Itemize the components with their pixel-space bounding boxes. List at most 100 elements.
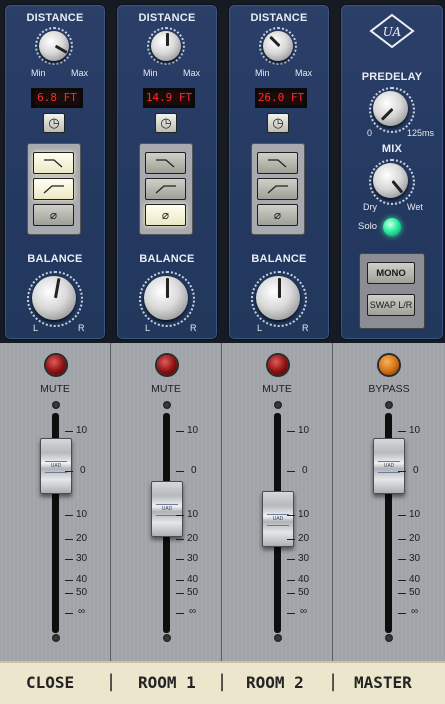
mix-max-label: Wet <box>407 202 423 212</box>
scale-tick <box>398 559 406 560</box>
distance-knob[interactable] <box>39 31 69 61</box>
scale-tick <box>176 613 184 614</box>
scale-tick <box>65 613 73 614</box>
scale-30: 30 <box>76 553 88 564</box>
high-cut-button[interactable] <box>145 178 186 200</box>
fader-cap-label: UAD <box>161 506 173 512</box>
predelay-knob[interactable] <box>373 91 408 126</box>
strip-room1: MUTE UAD 10 0 10 20 30 40 50 ∞ <box>111 343 222 661</box>
top-screw <box>163 401 171 409</box>
scale-tick <box>176 515 184 516</box>
clock-icon: ◷ <box>48 115 60 130</box>
filter-panel: ⌀ <box>251 143 305 235</box>
balance-knob[interactable] <box>32 276 76 320</box>
mix-knob[interactable] <box>373 163 408 198</box>
scale-tick <box>65 471 73 472</box>
top-screw <box>52 401 60 409</box>
scale-10b: 10 <box>409 509 421 520</box>
high-cut-icon <box>267 185 288 194</box>
mute-label: MUTE <box>151 383 181 395</box>
predelay-max-label: 125ms <box>407 128 435 138</box>
high-cut-button[interactable] <box>257 178 298 200</box>
scale-20: 20 <box>298 533 310 544</box>
scale-tick <box>398 515 406 516</box>
balance-label: BALANCE <box>251 253 307 265</box>
svg-text:UA: UA <box>383 25 402 39</box>
mute-label: MUTE <box>40 383 70 395</box>
scale-20: 20 <box>187 533 199 544</box>
mute-button[interactable] <box>268 355 288 375</box>
footer-separator: | <box>219 671 226 692</box>
low-cut-icon <box>267 159 286 168</box>
swap-lr-button[interactable]: SWAP L/R <box>367 294 415 316</box>
scale-0: 0 <box>302 465 308 476</box>
scale-tick <box>287 593 295 594</box>
top-screw <box>385 401 393 409</box>
phase-icon: ⌀ <box>161 208 170 222</box>
solo-led[interactable] <box>383 218 401 236</box>
balance-knob[interactable] <box>144 276 188 320</box>
bypass-label: BYPASS <box>368 383 410 395</box>
scale-tick <box>287 559 295 560</box>
strip-close: MUTE UAD 10 0 10 20 30 40 50 ∞ <box>0 343 111 661</box>
mix-min-label: Dry <box>363 202 377 212</box>
scale-40: 40 <box>298 574 310 585</box>
scale-40: 40 <box>76 574 88 585</box>
link-button[interactable]: ◷ <box>267 113 289 133</box>
distance-min-label: Min <box>255 68 270 78</box>
phase-icon: ⌀ <box>49 208 58 222</box>
link-button[interactable]: ◷ <box>155 113 177 133</box>
mute-button[interactable] <box>157 355 177 375</box>
filter-panel: ⌀ <box>27 143 81 235</box>
fader-cap[interactable]: UAD <box>151 481 183 537</box>
distance-knob[interactable] <box>151 31 181 61</box>
scale-tick <box>398 431 406 432</box>
scale-tick <box>65 580 73 581</box>
low-cut-button[interactable] <box>145 152 186 174</box>
scale-30: 30 <box>298 553 310 564</box>
channel-close: DISTANCE Min Max 6.8 FT ◷ ⌀ BALANCE L R <box>4 4 106 340</box>
scale-tick <box>287 431 295 432</box>
low-cut-button[interactable] <box>257 152 298 174</box>
bypass-button[interactable] <box>379 355 399 375</box>
master-panel: UA PREDELAY 0 125ms MIX Dry Wet Solo MON… <box>340 4 444 340</box>
scale-0: 0 <box>191 465 197 476</box>
fader-cap[interactable]: UAD <box>40 438 72 494</box>
balance-label: BALANCE <box>27 253 83 265</box>
distance-label: DISTANCE <box>250 12 308 24</box>
low-cut-icon <box>155 159 174 168</box>
fader-cap[interactable]: UAD <box>373 438 405 494</box>
fader-cap-label: UAD <box>383 463 395 469</box>
scale-tick <box>176 471 184 472</box>
scale-inf: ∞ <box>411 606 419 617</box>
distance-knob[interactable] <box>263 31 293 61</box>
low-cut-button[interactable] <box>33 152 74 174</box>
scale-tick <box>65 559 73 560</box>
scale-tick <box>398 539 406 540</box>
high-cut-button[interactable] <box>33 178 74 200</box>
scale-10: 10 <box>409 425 421 436</box>
scale-20: 20 <box>76 533 88 544</box>
mute-button[interactable] <box>46 355 66 375</box>
balance-l-label: L <box>145 323 151 333</box>
scale-tick <box>398 613 406 614</box>
mono-button[interactable]: MONO <box>367 262 415 284</box>
footer-label-room2: ROOM 2 <box>246 673 304 692</box>
scale-0: 0 <box>413 465 419 476</box>
phase-button[interactable]: ⌀ <box>257 204 298 226</box>
link-button[interactable]: ◷ <box>43 113 65 133</box>
balance-knob[interactable] <box>256 276 300 320</box>
scale-tick <box>65 593 73 594</box>
phase-button[interactable]: ⌀ <box>145 204 186 226</box>
scale-tick <box>176 593 184 594</box>
scale-50: 50 <box>409 587 421 598</box>
scale-30: 30 <box>187 553 199 564</box>
channel-name-strip: CLOSE | ROOM 1 | ROOM 2 | MASTER <box>0 661 445 704</box>
distance-display: 14.9 FT <box>143 88 195 108</box>
scale-50: 50 <box>76 587 88 598</box>
filter-panel: ⌀ <box>139 143 193 235</box>
phase-button[interactable]: ⌀ <box>33 204 74 226</box>
balance-label: BALANCE <box>139 253 195 265</box>
scale-tick <box>176 539 184 540</box>
scale-10b: 10 <box>76 509 88 520</box>
